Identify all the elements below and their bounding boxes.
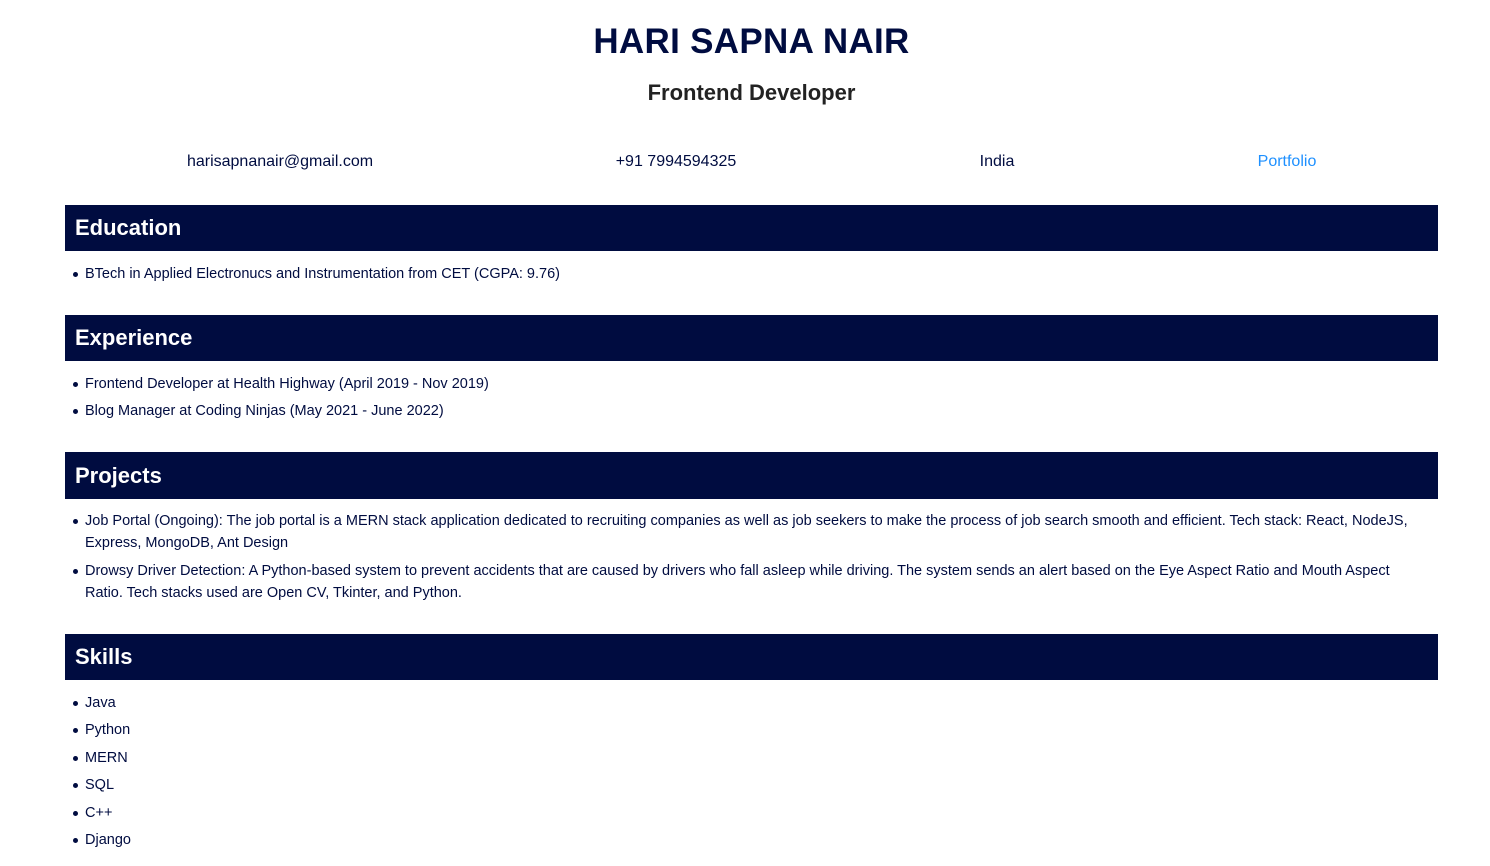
skills-heading: Skills bbox=[65, 634, 1438, 680]
skills-list: Java Python MERN SQL C++ Django bbox=[65, 692, 1438, 856]
project-item: Job Portal (Ongoing): The job portal is … bbox=[65, 510, 1438, 554]
project-item: Drowsy Driver Detection: A Python-based … bbox=[65, 560, 1438, 604]
projects-heading: Projects bbox=[65, 452, 1438, 499]
skill-item: SQL bbox=[65, 774, 1438, 796]
skill-item: Django bbox=[65, 829, 1438, 851]
education-list: BTech in Applied Electronucs and Instrum… bbox=[65, 263, 1438, 285]
resume-page: HARI SAPNA NAIR Frontend Developer haris… bbox=[0, 0, 1490, 866]
projects-list: Job Portal (Ongoing): The job portal is … bbox=[65, 510, 1438, 610]
contact-phone: +91 7994594325 bbox=[615, 153, 737, 170]
experience-heading: Experience bbox=[65, 315, 1438, 361]
education-heading: Education bbox=[65, 205, 1438, 251]
education-item: BTech in Applied Electronucs and Instrum… bbox=[65, 263, 1438, 285]
skill-item: Python bbox=[65, 719, 1438, 741]
portfolio-link[interactable]: Portfolio bbox=[1237, 152, 1337, 172]
experience-list: Frontend Developer at Health Highway (Ap… bbox=[65, 373, 1438, 427]
skill-item: MERN bbox=[65, 747, 1438, 769]
contact-country: India bbox=[979, 153, 1015, 170]
skill-item: C++ bbox=[65, 802, 1438, 824]
contact-email: harisapnanair@gmail.com bbox=[186, 153, 374, 170]
resume-job-title: Frontend Developer bbox=[647, 80, 856, 105]
skill-item: Java bbox=[65, 692, 1438, 714]
resume-name: HARI SAPNA NAIR bbox=[593, 22, 910, 61]
experience-item: Blog Manager at Coding Ninjas (May 2021 … bbox=[65, 400, 1438, 422]
experience-item: Frontend Developer at Health Highway (Ap… bbox=[65, 373, 1438, 395]
